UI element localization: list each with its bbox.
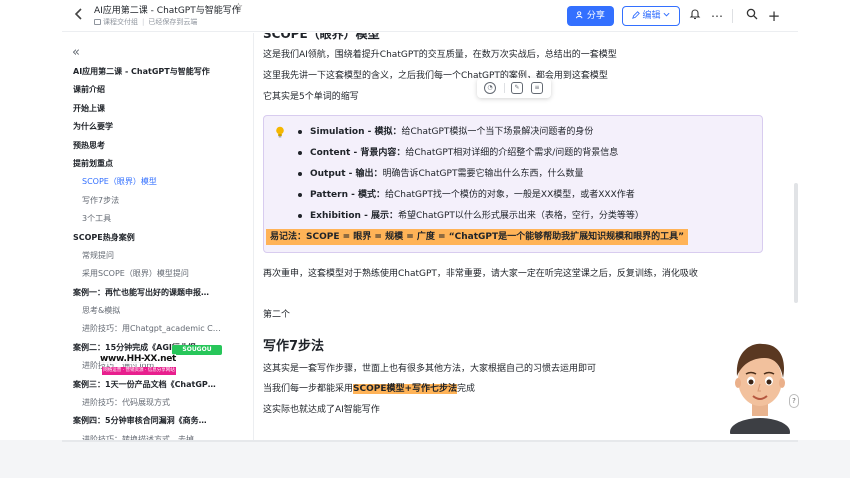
collapse-sidebar-icon[interactable]: « <box>72 45 80 60</box>
page-bottom-area <box>0 440 850 478</box>
bullet-desc: 希望ChatGPT以什么形式展示出来（表格，空行，分类等等） <box>397 211 644 221</box>
highlight-text: SCOPE模型+写作七步法 <box>353 384 458 394</box>
user-plus-icon <box>575 11 583 19</box>
doc-location: 课程交付组 <box>103 18 138 26</box>
outline-item[interactable]: 采用SCOPE（眼界）模型提问 <box>62 265 253 283</box>
bullet-key: Exhibition - 展示： <box>310 211 398 221</box>
watermark-url: www.HH-XX.net <box>100 354 177 364</box>
outline-item[interactable]: AI应用第二课 - ChatGPT与智能写作 <box>62 63 253 81</box>
toolbar-divider <box>504 83 505 93</box>
bullet-dot <box>298 151 302 155</box>
bottom-border <box>62 440 798 442</box>
outline-item[interactable]: 思考&模拟 <box>62 302 253 320</box>
outline-item[interactable]: 写作7步法 <box>62 192 253 210</box>
bullet-text: Exhibition - 展示：希望ChatGPT以什么形式展示出来（表格，空行… <box>310 208 644 224</box>
pencil-icon <box>631 11 640 19</box>
outline-item[interactable]: 提前划重点 <box>62 155 253 173</box>
outline-item[interactable]: 进阶技巧：用Chatgpt_academic C… <box>62 320 253 338</box>
bullet-desc: 明确告诉ChatGPT需要它输出什么东西，什么数量 <box>382 169 584 179</box>
section-heading: SCOPE（眼界）模型 <box>263 33 380 41</box>
star-icon[interactable]: ☆ <box>234 2 243 13</box>
edit-block-icon[interactable]: ✎ <box>511 82 523 94</box>
outline-item[interactable]: 预热思考 <box>62 137 253 155</box>
text-segment: 完成 <box>457 384 476 394</box>
text-segment: 当我们每一步都能采用 <box>263 384 354 394</box>
outline-item[interactable]: 案例一：再忙也能写出好的课题申报… <box>62 284 253 302</box>
lightbulb-icon <box>276 126 284 138</box>
paragraph: 这里我先讲一下这套模型的含义，之后我们每一个ChatGPT的案例，都会用到这套模… <box>263 71 608 81</box>
outline-item[interactable]: 3个工具 <box>62 210 253 228</box>
outline-item[interactable]: SCOPE（眼界）模型 <box>62 173 253 191</box>
emphasis-paragraph: 再次重申，这套模型对于熟练使用ChatGPT，非常重要，请大家一定在听完这堂课之… <box>263 269 698 279</box>
paragraph: 第二个 <box>263 310 291 320</box>
callout-block: Simulation - 模拟：给ChatGPT模拟一个当下场景解决问题者的身份… <box>263 115 763 253</box>
edit-button[interactable]: 编辑 <box>622 6 680 26</box>
memo-highlight: 易记法：SCOPE = 眼界 = 规模 = 广度 = “ChatGPT是一个能够… <box>266 229 689 245</box>
outline-sidebar: « AI应用第二课 - ChatGPT与智能写作 课前介绍 开始上课 为什么要学 预热思… <box>62 33 254 440</box>
bullet-text: Content - 背景内容：给ChatGPT相对详细的介绍整个需求/问题的背景… <box>310 145 618 161</box>
bullet-key: Content - 背景内容： <box>310 148 406 158</box>
bullet-key: Simulation - 模拟： <box>310 127 402 137</box>
bullet-text: Pattern - 模式：给ChatGPT找一个模仿的对象，一般是XX模型，或者… <box>310 187 635 203</box>
bullet-key: Pattern - 模式： <box>310 190 385 200</box>
doc-meta: 课程交付组 | 已经保存到云端 <box>94 17 197 27</box>
outline-list: AI应用第二课 - ChatGPT与智能写作 课前介绍 开始上课 为什么要学 预热思考提… <box>62 63 253 440</box>
scrollbar-thumb[interactable] <box>794 183 798 303</box>
folder-icon <box>94 19 101 25</box>
bullet-dot <box>298 130 302 134</box>
comment-icon[interactable]: ≡ <box>531 82 543 94</box>
outline-item[interactable]: 开始上课 <box>62 100 253 118</box>
bullet-desc: 给ChatGPT模拟一个当下场景解决问题者的身份 <box>401 127 594 137</box>
ai-assist-icon[interactable]: ◔ <box>484 82 496 94</box>
bullet-dot <box>298 193 302 197</box>
section-heading-writing-steps: 写作7步法 <box>263 339 325 354</box>
paragraph: 这是我们AI领航，围绕着提升ChatGPT的交互质量，在数万次实战后，总结出的一… <box>263 50 617 60</box>
outline-item[interactable]: 常规提问 <box>62 247 253 265</box>
watermark-tag: SOUGOU <box>172 345 222 355</box>
outline-item[interactable]: 进阶技巧：转换描述方式，去掉… <box>62 431 253 440</box>
bullet-desc: 给ChatGPT找一个模仿的对象，一般是XX模型，或者XXX作者 <box>384 190 635 200</box>
outline-item[interactable]: 为什么要学 <box>62 118 253 136</box>
bullet-key: Output - 输出： <box>310 169 383 179</box>
floating-toolbar: ◔ ✎ ≡ <box>477 78 551 98</box>
watermark: SOUGOU www.HH-XX.net 网络运营 · 营销资源 · 信息分享网… <box>100 345 222 377</box>
watermark-banner: 网络运营 · 营销资源 · 信息分享网站 <box>102 367 176 375</box>
doc-body: SCOPE（眼界）模型 这是我们AI领航，围绕着提升ChatGPT的交互质量，在… <box>255 33 798 440</box>
assistant-avatar[interactable] <box>725 336 795 434</box>
paragraph: 这实际也就达成了AI智能写作 <box>263 405 380 415</box>
bullet-dot <box>298 172 302 176</box>
doc-header: AI应用第二课 - ChatGPT与智能写作 ☆ 课程交付组 | 已经保存到云端 分… <box>62 0 798 32</box>
chevron-down-icon <box>663 12 670 17</box>
bell-icon[interactable] <box>686 6 704 26</box>
back-arrow-icon[interactable] <box>72 7 88 23</box>
save-status: 已经保存到云端 <box>148 18 198 26</box>
more-icon[interactable]: ⋯ <box>708 6 726 26</box>
share-button[interactable]: 分享 <box>567 6 614 26</box>
paragraph: 这其实是一套写作步骤，世面上也有很多其他方法，大家根据自己的习惯去运用即可 <box>263 364 597 374</box>
header-divider <box>732 9 733 23</box>
add-icon[interactable]: + <box>765 6 783 26</box>
bullet-desc: 给ChatGPT相对详细的介绍整个需求/问题的背景信息 <box>405 148 619 158</box>
bullet-dot <box>298 214 302 218</box>
outline-item[interactable]: 课前介绍 <box>62 81 253 99</box>
edit-label: 编辑 <box>642 11 661 21</box>
search-icon[interactable] <box>743 6 761 26</box>
outline-item[interactable]: 案例三：1天一份产品文档《ChatGP… <box>62 376 253 394</box>
help-icon[interactable]: ? <box>789 394 799 408</box>
bullet-text: Simulation - 模拟：给ChatGPT模拟一个当下场景解决问题者的身份 <box>310 124 593 140</box>
outline-item[interactable]: 案例四：5分钟审核合同漏洞《商务… <box>62 412 253 430</box>
share-label: 分享 <box>586 11 605 21</box>
bullet-text: Output - 输出：明确告诉ChatGPT需要它输出什么东西，什么数量 <box>310 166 583 182</box>
paragraph: 它其实是5个单词的缩写 <box>263 92 359 102</box>
doc-title: AI应用第二课 - ChatGPT与智能写作 <box>94 6 241 16</box>
paragraph: 当我们每一步都能采用SCOPE模型+写作七步法完成 <box>263 381 475 394</box>
outline-item[interactable]: SCOPE热身案例 <box>62 229 253 247</box>
outline-item[interactable]: 进阶技巧：代码展现方式 <box>62 394 253 412</box>
